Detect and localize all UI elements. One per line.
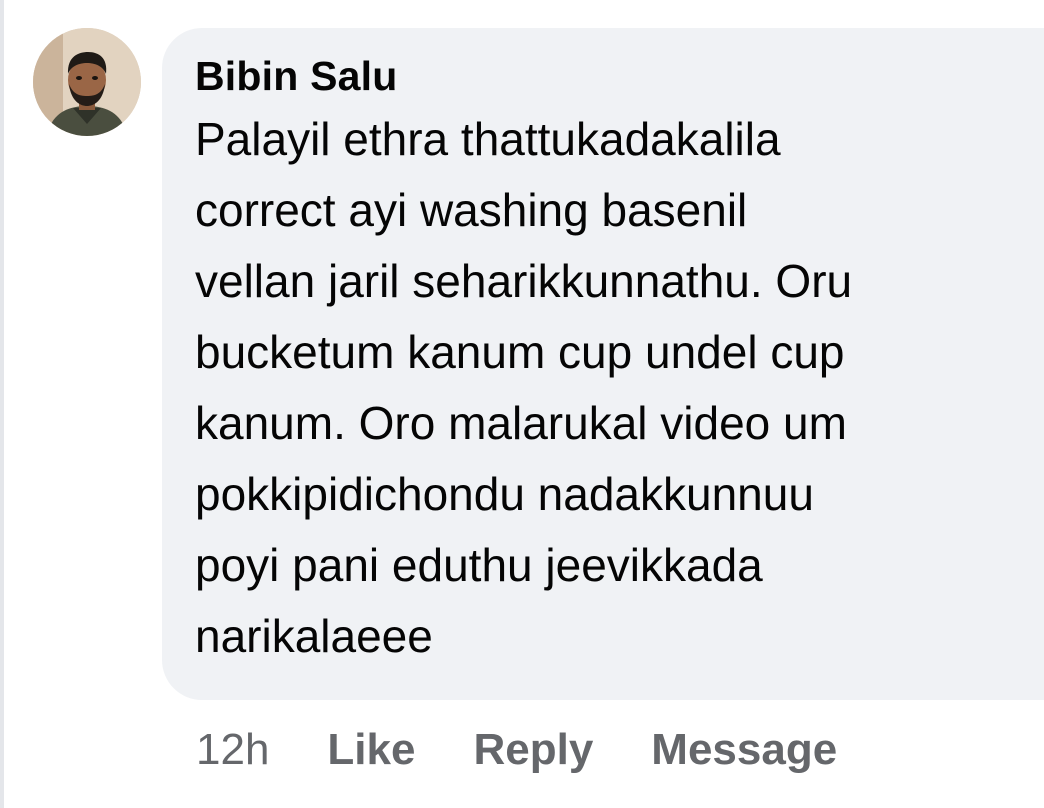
reply-button[interactable]: Reply xyxy=(473,725,593,775)
profile-photo-icon xyxy=(33,28,141,136)
like-button[interactable]: Like xyxy=(327,725,415,775)
avatar[interactable] xyxy=(33,28,141,136)
comment-author[interactable]: Bibin Salu xyxy=(195,50,1024,102)
comment-bubble: Bibin Salu Palayil ethra thattukadakalil… xyxy=(162,28,1044,700)
comment-actions: 12h Like Reply Message xyxy=(196,720,895,780)
message-button[interactable]: Message xyxy=(651,725,837,775)
clipped-next-row xyxy=(196,793,276,808)
comment-timestamp[interactable]: 12h xyxy=(196,725,269,775)
thread-line xyxy=(0,0,4,808)
comment-text: Palayil ethra thattukadakalila correct a… xyxy=(195,113,853,662)
